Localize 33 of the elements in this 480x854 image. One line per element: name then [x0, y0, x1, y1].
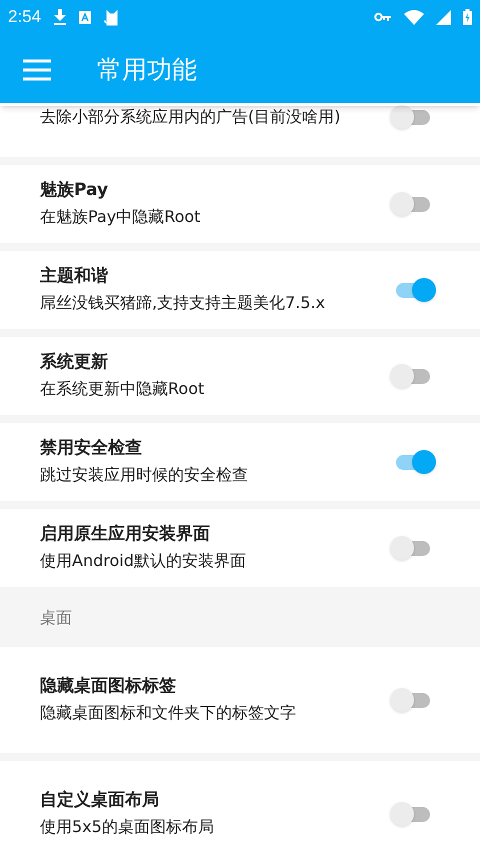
key-icon [374, 12, 392, 22]
clock: 2:54 [8, 6, 42, 28]
setting-description: 隐藏桌面图标和文件夹下的标签文字 [40, 702, 297, 724]
setting-row[interactable]: 去除小部分系统应用内的广告(目前没啥用) [0, 103, 480, 157]
setting-description: 使用Android默认的安装界面 [40, 550, 247, 572]
setting-title: 隐藏桌面图标标签 [40, 675, 177, 698]
setting-row[interactable]: 启用原生应用安装界面 使用Android默认的安装界面 [0, 509, 480, 587]
setting-description: 跳过安装应用时候的安全检查 [40, 464, 249, 486]
setting-description: 使用5x5的桌面图标布局 [40, 816, 215, 838]
battery-icon [463, 9, 472, 25]
wifi-icon [404, 10, 424, 24]
setting-row[interactable]: 禁用安全检查 跳过安装应用时候的安全检查 [0, 423, 480, 501]
setting-title: 主题和谐 [40, 265, 109, 288]
download-icon [53, 9, 68, 25]
menu-icon[interactable] [23, 59, 51, 81]
setting-description: 去除小部分系统应用内的广告(目前没啥用) [40, 106, 342, 128]
setting-row[interactable]: 魅族Pay 在魅族Pay中隐藏Root [0, 165, 480, 243]
setting-title: 自定义桌面布局 [40, 789, 160, 812]
screen-title: 常用功能 [97, 54, 197, 86]
setting-title: 启用原生应用安装界面 [40, 523, 211, 546]
setting-row[interactable]: 系统更新 在系统更新中隐藏Root [0, 337, 480, 415]
app-icon [79, 10, 92, 24]
setting-row[interactable]: 隐藏桌面图标标签 隐藏桌面图标和文件夹下的标签文字 [0, 647, 480, 753]
setting-row[interactable]: 主题和谐 屌丝没钱买猪蹄,支持支持主题美化7.5.x [0, 251, 480, 329]
setting-row[interactable]: 自定义桌面布局 使用5x5的桌面图标布局 [0, 761, 480, 854]
setting-title: 魅族Pay [40, 179, 110, 202]
signal-icon [436, 10, 451, 24]
setting-description: 在系统更新中隐藏Root [40, 378, 206, 400]
section-header: 桌面 [40, 607, 72, 629]
setting-title: 禁用安全检查 [40, 437, 143, 460]
setting-title: 系统更新 [40, 351, 109, 374]
setting-description: 屌丝没钱买猪蹄,支持支持主题美化7.5.x [40, 292, 326, 314]
setting-description: 在魅族Pay中隐藏Root [40, 206, 202, 228]
